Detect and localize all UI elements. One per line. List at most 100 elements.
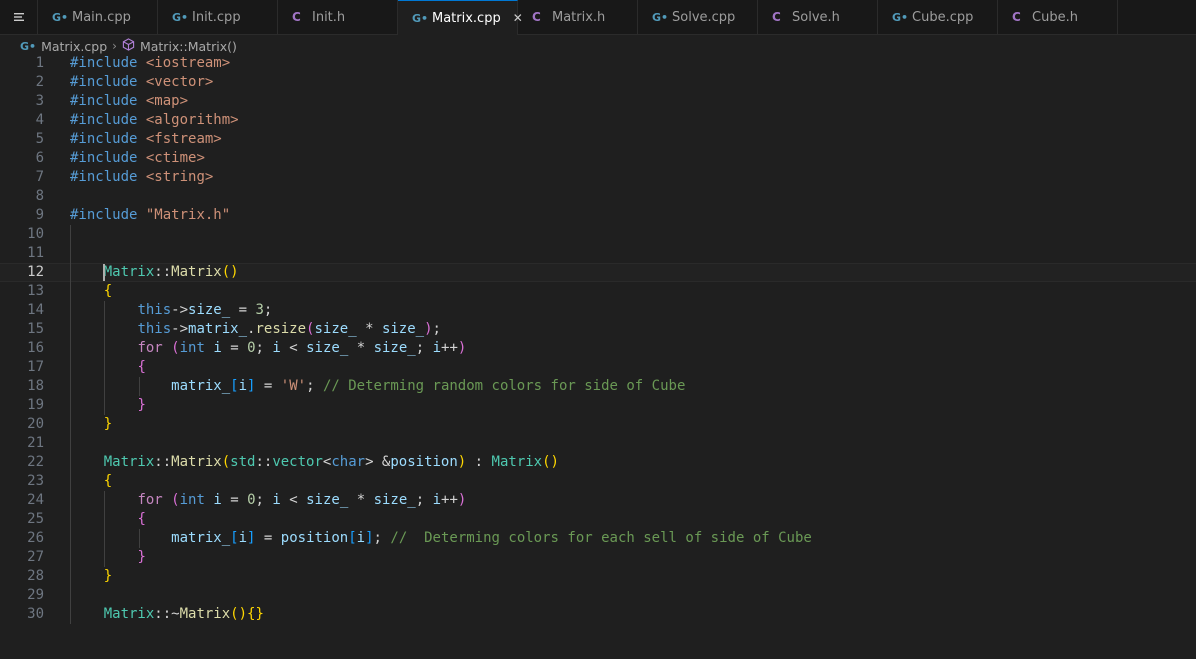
method-symbol-icon xyxy=(122,37,135,55)
code-line[interactable]: 22 Matrix::Matrix(std::vector<char> &pos… xyxy=(0,453,1196,472)
code-token: : xyxy=(466,454,492,470)
code-line[interactable]: 18 matrix_[i] = 'W'; // Determing random… xyxy=(0,377,1196,396)
code-line[interactable]: 2 #include <vector> xyxy=(0,73,1196,92)
code-line[interactable]: 9 #include "Matrix.h" xyxy=(0,206,1196,225)
code-token: Matrix xyxy=(179,606,231,622)
code-line[interactable]: 29 xyxy=(0,586,1196,605)
tab-init-cpp[interactable]: G• Init.cpp xyxy=(158,0,278,34)
cpp-file-icon: G• xyxy=(892,10,909,24)
code-line[interactable]: 7 #include <string> xyxy=(0,168,1196,187)
code-line[interactable]: 23 { xyxy=(0,472,1196,491)
line-number: 12 xyxy=(27,264,44,280)
code-line[interactable]: 30 Matrix::~Matrix(){} xyxy=(0,605,1196,624)
code-token: -> xyxy=(171,321,189,337)
code-token: #include xyxy=(70,55,138,71)
code-line[interactable]: 5 #include <fstream> xyxy=(0,130,1196,149)
tab-matrix-h[interactable]: C Matrix.h xyxy=(518,0,638,34)
tab-label: Solve.cpp xyxy=(672,9,736,25)
tab-matrix-cpp[interactable]: G• Matrix.cpp ✕ xyxy=(398,0,523,35)
text-cursor xyxy=(103,264,105,281)
line-number: 9 xyxy=(35,207,44,223)
code-token: // Determing random colors for side of C… xyxy=(322,378,686,394)
code-token: (){} xyxy=(230,606,264,622)
line-number: 7 xyxy=(35,169,44,185)
code-line[interactable]: 25 { xyxy=(0,510,1196,529)
code-token: { xyxy=(137,511,146,527)
line-number: 27 xyxy=(27,549,44,565)
line-number: 4 xyxy=(35,112,44,128)
code-line[interactable]: 10 xyxy=(0,225,1196,244)
code-token: [ xyxy=(230,530,239,546)
code-token: = xyxy=(221,340,248,356)
code-token: * xyxy=(348,340,374,356)
code-token: #include xyxy=(70,169,138,185)
code-line[interactable]: 15 this->matrix_.resize(size_ * size_); xyxy=(0,320,1196,339)
tab-label: Cube.cpp xyxy=(912,9,974,25)
code-token: Matrix xyxy=(103,264,155,280)
tab-init-h[interactable]: C Init.h xyxy=(278,0,398,34)
code-line[interactable]: 14 this->size_ = 3; xyxy=(0,301,1196,320)
code-token: // Determing colors for each sell of sid… xyxy=(390,530,812,546)
code-line[interactable]: 6 #include <ctime> xyxy=(0,149,1196,168)
cpp-file-icon: G• xyxy=(52,10,69,24)
code-text: this->size_ = 3; xyxy=(70,301,272,320)
indent-guide xyxy=(70,586,71,605)
code-line[interactable]: 3 #include <map> xyxy=(0,92,1196,111)
code-token: ; xyxy=(415,492,433,508)
line-number: 22 xyxy=(27,454,44,470)
code-token: = xyxy=(255,530,281,546)
cpp-file-icon: G• xyxy=(20,39,37,53)
tab-label: Init.h xyxy=(312,9,346,25)
code-line[interactable]: 19 } xyxy=(0,396,1196,415)
code-line[interactable]: 28 } xyxy=(0,567,1196,586)
code-line[interactable]: 26 matrix_[i] = position[i]; // Determin… xyxy=(0,529,1196,548)
line-number: 28 xyxy=(27,568,44,584)
code-line[interactable]: 16 for (int i = 0; i < size_ * size_; i+… xyxy=(0,339,1196,358)
code-token: matrix_ xyxy=(171,530,231,546)
tab-cube-cpp[interactable]: G• Cube.cpp xyxy=(878,0,998,34)
code-line[interactable]: 27 } xyxy=(0,548,1196,567)
code-text: #include <string> xyxy=(70,168,213,187)
code-line[interactable]: 21 xyxy=(0,434,1196,453)
header-file-icon: C xyxy=(1012,10,1021,24)
code-line[interactable]: 4 #include <algorithm> xyxy=(0,111,1196,130)
code-token: Matrix xyxy=(171,454,222,470)
breadcrumb-symbol[interactable]: Matrix::Matrix() xyxy=(140,39,237,54)
tab-solve-h[interactable]: C Solve.h xyxy=(758,0,878,34)
tab-cube-h[interactable]: C Cube.h xyxy=(998,0,1118,34)
code-text: #include <vector> xyxy=(70,73,213,92)
code-line[interactable]: 13 { xyxy=(0,282,1196,301)
code-token: ::~ xyxy=(154,606,180,622)
code-token: ; xyxy=(415,340,433,356)
code-token: size_ xyxy=(373,492,416,508)
code-line[interactable]: 17 { xyxy=(0,358,1196,377)
code-line[interactable]: 12 Matrix::Matrix() xyxy=(0,263,1196,282)
code-token: #include xyxy=(70,207,138,223)
code-line[interactable]: 20 } xyxy=(0,415,1196,434)
header-file-icon: C xyxy=(292,10,301,24)
code-token: Matrix xyxy=(103,454,155,470)
menu-icon[interactable] xyxy=(0,0,38,34)
tab-label: Solve.h xyxy=(792,9,840,25)
code-line[interactable]: 11 xyxy=(0,244,1196,263)
code-token: this xyxy=(137,302,172,318)
tab-solve-cpp[interactable]: G• Solve.cpp xyxy=(638,0,758,34)
code-token: ; xyxy=(306,378,323,394)
code-editor[interactable]: 1 #include <iostream> 2 #include <vector> 3 #… xyxy=(0,54,1196,659)
line-number: 25 xyxy=(27,511,44,527)
breadcrumb-file[interactable]: Matrix.cpp xyxy=(41,39,107,54)
code-line[interactable]: 8 xyxy=(0,187,1196,206)
code-text: { xyxy=(70,282,112,301)
code-token: ) xyxy=(457,340,467,356)
code-line[interactable]: 24 for (int i = 0; i < size_ * size_; i+… xyxy=(0,491,1196,510)
code-token: 0 xyxy=(247,340,256,356)
tab-main-cpp[interactable]: G• Main.cpp xyxy=(38,0,158,34)
code-line[interactable]: 1 #include <iostream> xyxy=(0,54,1196,73)
